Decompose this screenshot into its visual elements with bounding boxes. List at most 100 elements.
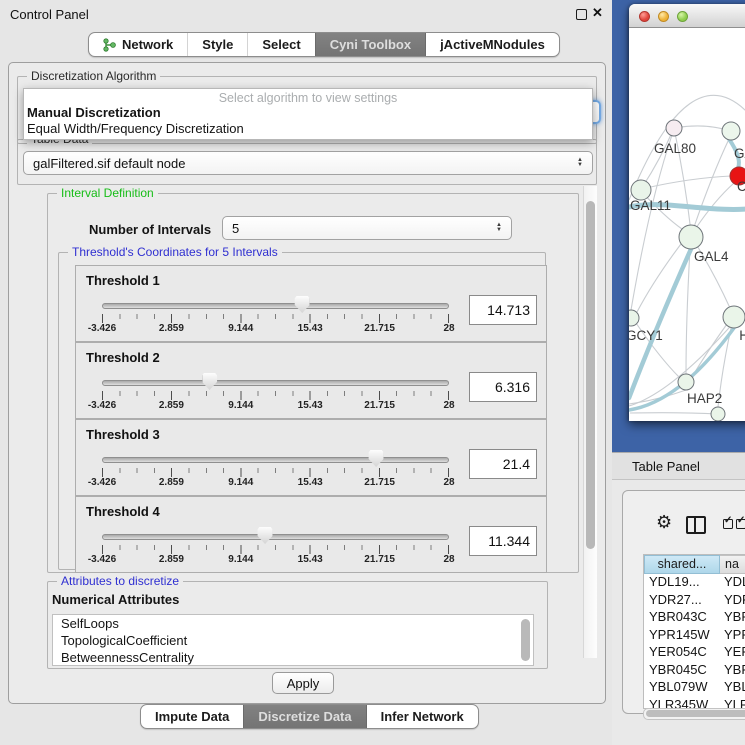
tick-label: 2.859 bbox=[159, 323, 184, 334]
algorithm-option-manual[interactable]: Manual Discretization bbox=[24, 105, 592, 121]
table-row[interactable]: YDL19...YDL1 bbox=[644, 574, 745, 592]
node-gal80[interactable] bbox=[666, 120, 682, 136]
slider-ticks bbox=[102, 314, 449, 323]
table-data-value: galFiltered.sif default node bbox=[33, 156, 185, 171]
tab-jactivemnodules[interactable]: jActiveMNodules bbox=[425, 33, 559, 56]
table-row[interactable]: YBR043CYBR0 bbox=[644, 609, 745, 627]
algorithm-dropdown-popup: Select algorithm to view settings Manual… bbox=[23, 88, 593, 140]
slider-track[interactable] bbox=[102, 534, 449, 540]
slider-tick-labels: -3.4262.8599.14415.4321.71528 bbox=[102, 554, 449, 566]
node-label-gal11: GAL11 bbox=[630, 198, 671, 213]
tab-style[interactable]: Style bbox=[187, 33, 247, 56]
slider-track[interactable] bbox=[102, 303, 449, 309]
tick-label: 15.43 bbox=[298, 323, 323, 334]
list-scrollbar[interactable] bbox=[521, 618, 531, 662]
node-label-partial-top: GA bbox=[734, 146, 745, 161]
numerical-attributes-list[interactable]: SelfLoops TopologicalCoefficient Between… bbox=[52, 614, 534, 666]
tick-label: 28 bbox=[443, 477, 454, 488]
threshold-2-value-field[interactable] bbox=[469, 372, 537, 402]
number-of-intervals-combobox[interactable]: 5 ▲▼ bbox=[222, 216, 512, 240]
table-horizontal-scrollbar[interactable] bbox=[643, 708, 745, 720]
threshold-3-value-field[interactable] bbox=[469, 449, 537, 479]
control-panel-titlebar: Control Panel ✕ bbox=[0, 0, 612, 28]
tab-select[interactable]: Select bbox=[247, 33, 314, 56]
network-window-titlebar[interactable] bbox=[629, 4, 745, 28]
table-data-combobox[interactable]: galFiltered.sif default node ▲▼ bbox=[23, 151, 593, 175]
node-attribute-table[interactable]: shared... na YDL19...YDL1 YDR27...YDR2 Y… bbox=[643, 554, 745, 709]
node-gal11[interactable] bbox=[631, 180, 651, 200]
float-panel-icon[interactable] bbox=[576, 9, 587, 20]
network-view-window[interactable]: GAL80 GA C GAL11 GAL4 GCY1 H HAP2 bbox=[629, 4, 745, 421]
threshold-4-value-field[interactable] bbox=[469, 526, 537, 556]
node-gal4[interactable] bbox=[679, 225, 703, 249]
node-gcy1[interactable] bbox=[629, 310, 639, 326]
network-canvas[interactable]: GAL80 GA C GAL11 GAL4 GCY1 H HAP2 bbox=[629, 28, 745, 421]
threshold-2-slider[interactable]: -3.4262.8599.14415.4321.71528 bbox=[102, 343, 449, 418]
table-row[interactable]: YBR045CYBR0 bbox=[644, 662, 745, 680]
threshold-3-slider[interactable]: -3.4262.8599.14415.4321.71528 bbox=[102, 420, 449, 495]
tick-label: 28 bbox=[443, 554, 454, 565]
split-columns-icon[interactable] bbox=[686, 516, 706, 534]
threshold-2-panel: Threshold 2 -3.4262.8599.14415.4321.7152… bbox=[75, 342, 547, 419]
slider-track[interactable] bbox=[102, 457, 449, 463]
list-item[interactable]: SelfLoops bbox=[53, 615, 533, 632]
node-top-right[interactable] bbox=[722, 122, 740, 140]
slider-tick-labels: -3.4262.8599.14415.4321.71528 bbox=[102, 400, 449, 412]
tab-cyni-toolbox[interactable]: Cyni Toolbox bbox=[315, 33, 425, 56]
node-bottom[interactable] bbox=[711, 407, 725, 421]
interval-definition-group: Interval Definition Number of Intervals … bbox=[47, 193, 579, 573]
close-window-icon[interactable] bbox=[639, 11, 650, 22]
list-item[interactable]: TopologicalCoefficient bbox=[53, 632, 533, 649]
threshold-1-value-field[interactable] bbox=[469, 295, 537, 325]
tick-label: -3.426 bbox=[88, 323, 116, 334]
tick-label: 9.144 bbox=[228, 477, 253, 488]
tick-label: 9.144 bbox=[228, 400, 253, 411]
list-item[interactable]: BetweennessCentrality bbox=[53, 649, 533, 666]
slider-tick-labels: -3.4262.8599.14415.4321.71528 bbox=[102, 477, 449, 489]
tab-discretize-data[interactable]: Discretize Data bbox=[243, 705, 365, 728]
table-row[interactable]: YER054CYER0 bbox=[644, 644, 745, 662]
gear-icon[interactable]: ⚙ bbox=[656, 513, 672, 531]
slider-thumb[interactable] bbox=[295, 296, 310, 313]
table-row[interactable]: YDR27...YDR2 bbox=[644, 592, 745, 610]
apply-button[interactable]: Apply bbox=[272, 672, 334, 694]
threshold-1-panel: Threshold 1 -3.4262.8599.14415.4321.7152… bbox=[75, 265, 547, 342]
node-hap2[interactable] bbox=[678, 374, 694, 390]
column-header-shared-name[interactable]: shared... bbox=[644, 555, 720, 574]
tab-network[interactable]: Network bbox=[89, 33, 187, 56]
slider-thumb[interactable] bbox=[369, 450, 384, 467]
tab-impute-data[interactable]: Impute Data bbox=[141, 705, 243, 728]
tick-label: 2.859 bbox=[159, 477, 184, 488]
tick-label: 15.43 bbox=[298, 400, 323, 411]
algorithm-prompt-item: Select algorithm to view settings bbox=[24, 89, 592, 105]
slider-tick-labels: -3.4262.8599.14415.4321.71528 bbox=[102, 323, 449, 335]
zoom-window-icon[interactable] bbox=[677, 11, 688, 22]
threshold-1-slider[interactable]: -3.4262.8599.14415.4321.71528 bbox=[102, 266, 449, 341]
threshold-4-slider[interactable]: -3.4262.8599.14415.4321.71528 bbox=[102, 497, 449, 572]
slider-track[interactable] bbox=[102, 380, 449, 386]
table-row[interactable]: YPR145WYPR1 bbox=[644, 627, 745, 645]
table-row[interactable]: YLR345WYLR3 bbox=[644, 697, 745, 709]
node-label-partial-h: H bbox=[739, 328, 745, 343]
algorithm-option-equal-width[interactable]: Equal Width/Frequency Discretization bbox=[24, 121, 592, 137]
tab-infer-network[interactable]: Infer Network bbox=[366, 705, 478, 728]
checkbox-icon[interactable] bbox=[723, 519, 733, 529]
settings-scrollbar[interactable] bbox=[583, 186, 597, 658]
discretization-algorithm-group-title: Discretization Algorithm bbox=[27, 69, 160, 83]
attributes-group: Attributes to discretize Numerical Attri… bbox=[47, 581, 548, 669]
table-row[interactable]: YBL079WYBL0 bbox=[644, 679, 745, 697]
node-right[interactable] bbox=[723, 306, 745, 328]
tick-label: 15.43 bbox=[298, 554, 323, 565]
slider-thumb[interactable] bbox=[258, 527, 273, 544]
close-icon[interactable]: ✕ bbox=[592, 5, 603, 21]
minimize-window-icon[interactable] bbox=[658, 11, 669, 22]
thresholds-coordinates-group: Threshold's Coordinates for 5 Intervals … bbox=[58, 252, 546, 570]
slider-thumb[interactable] bbox=[202, 373, 217, 390]
thresholds-coordinates-title: Threshold's Coordinates for 5 Intervals bbox=[68, 245, 282, 259]
column-header-name[interactable]: na bbox=[720, 555, 745, 574]
node-label-hap2: HAP2 bbox=[687, 391, 722, 406]
checkbox-icon[interactable] bbox=[736, 519, 745, 529]
table-header-row: shared... na bbox=[644, 555, 745, 574]
control-panel-title: Control Panel bbox=[10, 7, 89, 22]
attributes-group-title: Attributes to discretize bbox=[57, 574, 183, 588]
